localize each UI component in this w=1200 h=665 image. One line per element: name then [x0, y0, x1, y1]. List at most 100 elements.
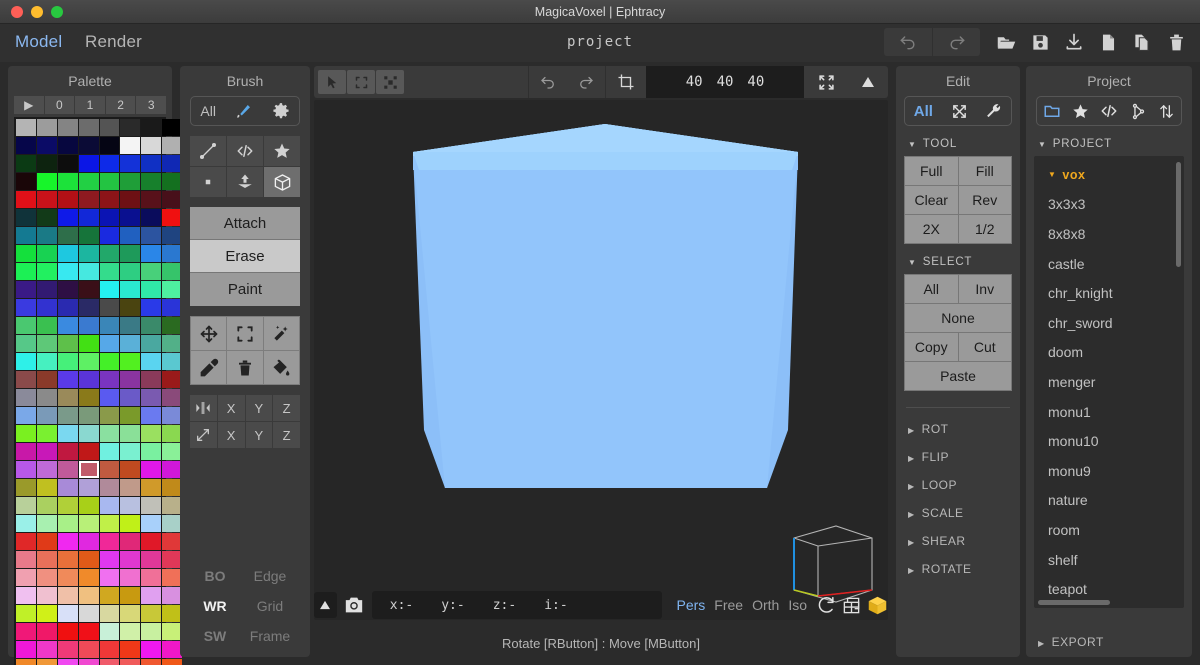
- palette-swatch[interactable]: [141, 461, 162, 478]
- palette-swatch[interactable]: [141, 299, 162, 316]
- palette-swatch[interactable]: [57, 371, 78, 388]
- palette-swatch[interactable]: [36, 425, 57, 442]
- palette-swatch[interactable]: [99, 605, 120, 622]
- palette-swatch[interactable]: [78, 281, 99, 298]
- project-list-item[interactable]: shelf: [1034, 545, 1184, 575]
- edit-button-fill[interactable]: Fill: [958, 157, 1011, 185]
- palette-swatch[interactable]: [141, 605, 162, 622]
- mirror-icon[interactable]: [190, 395, 217, 421]
- palette-swatch[interactable]: [36, 479, 57, 496]
- palette-swatch[interactable]: [99, 371, 120, 388]
- node-tree-icon[interactable]: [1130, 103, 1147, 120]
- resize-arrow-icon[interactable]: [190, 422, 217, 448]
- open-button[interactable]: [990, 28, 1022, 56]
- screenshot-button[interactable]: [343, 592, 366, 618]
- project-list-scrollbar-horizontal[interactable]: [1038, 600, 1110, 605]
- project-list-item[interactable]: chr_sword: [1034, 308, 1184, 338]
- palette-swatch[interactable]: [78, 209, 99, 226]
- brush-all-label[interactable]: All: [200, 103, 216, 119]
- projection-pers[interactable]: Pers: [676, 597, 705, 613]
- palette-swatch[interactable]: [78, 515, 99, 532]
- duplicate-button[interactable]: [1126, 28, 1158, 56]
- palette-swatch[interactable]: [120, 353, 141, 370]
- palette-swatch[interactable]: [99, 515, 120, 532]
- palette-swatch[interactable]: [36, 641, 57, 658]
- palette-swatch[interactable]: [78, 623, 99, 640]
- palette-swatch[interactable]: [16, 137, 36, 154]
- palette-swatch[interactable]: [141, 245, 162, 262]
- collapse-toolbar-button[interactable]: [848, 70, 888, 94]
- palette-swatch[interactable]: [78, 569, 99, 586]
- palette-swatch[interactable]: [16, 623, 36, 640]
- palette-swatch[interactable]: [57, 533, 78, 550]
- palette-swatch[interactable]: [99, 587, 120, 604]
- palette-swatch[interactable]: [16, 533, 36, 550]
- toggle-grid[interactable]: Grid: [240, 598, 300, 614]
- project-list-item[interactable]: 3x3x3: [1034, 190, 1184, 220]
- palette-swatch[interactable]: [78, 263, 99, 280]
- palette-swatch[interactable]: [141, 533, 162, 550]
- palette-swatch[interactable]: [16, 605, 36, 622]
- palette-swatch[interactable]: [141, 623, 162, 640]
- palette-swatch[interactable]: [141, 641, 162, 658]
- palette-swatch[interactable]: [57, 299, 78, 316]
- viewport-redo-button[interactable]: [567, 70, 605, 94]
- palette-swatch[interactable]: [57, 209, 78, 226]
- delete-tool[interactable]: [227, 351, 263, 384]
- palette-swatch[interactable]: [16, 245, 36, 262]
- palette-swatch[interactable]: [141, 425, 162, 442]
- palette-swatch[interactable]: [36, 533, 57, 550]
- palette-swatch[interactable]: [16, 479, 36, 496]
- palette-swatch[interactable]: [57, 461, 78, 478]
- marquee-select-tool[interactable]: [347, 70, 375, 94]
- palette-swatch[interactable]: [36, 191, 57, 208]
- eyedropper-tool[interactable]: [191, 351, 227, 384]
- palette-swatch[interactable]: [78, 605, 99, 622]
- palette-swatch[interactable]: [36, 245, 57, 262]
- palette-swatch[interactable]: [78, 479, 99, 496]
- palette-swatch[interactable]: [57, 227, 78, 244]
- project-list-item[interactable]: castle: [1034, 249, 1184, 279]
- palette-page-2[interactable]: 2: [105, 96, 136, 114]
- project-list-item[interactable]: chr_knight: [1034, 278, 1184, 308]
- palette-swatch[interactable]: [120, 533, 141, 550]
- palette-swatch[interactable]: [78, 587, 99, 604]
- palette-swatch[interactable]: [99, 443, 120, 460]
- palette-swatch[interactable]: [141, 515, 162, 532]
- palette-swatch[interactable]: [36, 209, 57, 226]
- palette-swatch[interactable]: [120, 425, 141, 442]
- region-select-tool[interactable]: [227, 317, 263, 350]
- palette-swatch[interactable]: [57, 551, 78, 568]
- model-size-field[interactable]: 40 40 40: [646, 66, 804, 98]
- palette-swatch[interactable]: [120, 551, 141, 568]
- palette-swatch[interactable]: [16, 443, 36, 460]
- edit-button-2x[interactable]: 2X: [905, 215, 958, 243]
- palette-page-0[interactable]: 0: [44, 96, 75, 114]
- edit-section-loop[interactable]: ▶ LOOP: [908, 478, 1020, 492]
- toggle-edge[interactable]: Edge: [240, 568, 300, 584]
- mirror-axis-z[interactable]: Z: [273, 395, 300, 421]
- fit-to-screen-button[interactable]: [804, 70, 848, 94]
- palette-swatch[interactable]: [16, 641, 36, 658]
- project-list-scrollbar-vertical[interactable]: [1176, 162, 1181, 267]
- project-list-item[interactable]: nature: [1034, 486, 1184, 516]
- move-tool[interactable]: [191, 317, 227, 350]
- brush-mode-erase[interactable]: Erase: [190, 240, 300, 273]
- palette-swatch[interactable]: [141, 587, 162, 604]
- palette-swatch[interactable]: [141, 659, 162, 665]
- palette-swatch[interactable]: [36, 173, 57, 190]
- palette-swatch[interactable]: [36, 227, 57, 244]
- palette-swatch[interactable]: [120, 191, 141, 208]
- palette-swatch[interactable]: [57, 335, 78, 352]
- edit-section-flip[interactable]: ▶ FLIP: [908, 450, 1020, 464]
- project-file-list[interactable]: ▼ vox 3x3x3 8x8x8 castle chr_knight chr_sword…: [1034, 156, 1184, 608]
- palette-swatch[interactable]: [141, 281, 162, 298]
- palette-swatch[interactable]: [99, 191, 120, 208]
- edit-button-1-2[interactable]: 1/2: [958, 215, 1011, 243]
- palette-swatch[interactable]: [16, 335, 36, 352]
- palette-swatch[interactable]: [99, 317, 120, 334]
- palette-swatch[interactable]: [36, 659, 57, 665]
- toggle-wr[interactable]: WR: [190, 598, 240, 614]
- edit-button-rev[interactable]: Rev: [958, 186, 1011, 214]
- new-button[interactable]: [1092, 28, 1124, 56]
